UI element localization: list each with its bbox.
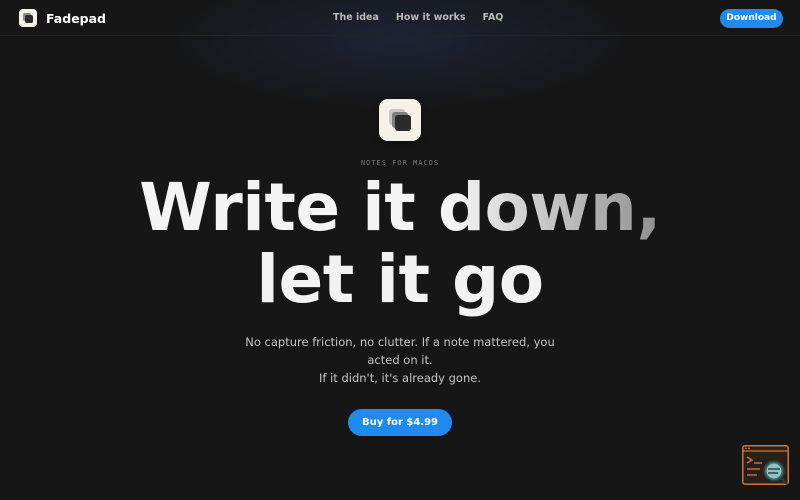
nav-link-the-idea[interactable]: The idea bbox=[333, 12, 379, 23]
headline-line-2: let it go bbox=[256, 241, 544, 318]
fadepad-logo-icon bbox=[19, 9, 37, 27]
brand-name: Fadepad bbox=[46, 10, 106, 26]
headline-line-1: Write it down, bbox=[139, 169, 661, 246]
fadepad-app-icon bbox=[379, 99, 421, 141]
nav-links: The idea How it works FAQ bbox=[333, 12, 520, 23]
landing-page: Fadepad The idea How it works FAQ Downlo… bbox=[0, 0, 800, 500]
download-button[interactable]: Download bbox=[720, 9, 783, 28]
headline-line-1-wrap: Write it down, bbox=[0, 172, 800, 244]
brand-link[interactable]: Fadepad bbox=[19, 9, 106, 27]
buy-button[interactable]: Buy for $4.99 bbox=[348, 409, 452, 436]
nav-link-faq[interactable]: FAQ bbox=[483, 12, 504, 23]
hero-subtext-line-1: No capture friction, no clutter. If a no… bbox=[245, 335, 555, 367]
hero-subtext: No capture friction, no clutter. If a no… bbox=[230, 333, 570, 387]
nav-link-how-it-works[interactable]: How it works bbox=[396, 12, 466, 23]
hero-headline: Write it down, let it go bbox=[0, 172, 800, 316]
terminal-search-icon[interactable] bbox=[742, 445, 789, 485]
hero-eyebrow: NOTES FOR MACOS bbox=[360, 159, 440, 167]
hero-subtext-line-2: If it didn't, it's already gone. bbox=[319, 371, 481, 385]
top-nav: Fadepad The idea How it works FAQ Downlo… bbox=[0, 0, 800, 36]
